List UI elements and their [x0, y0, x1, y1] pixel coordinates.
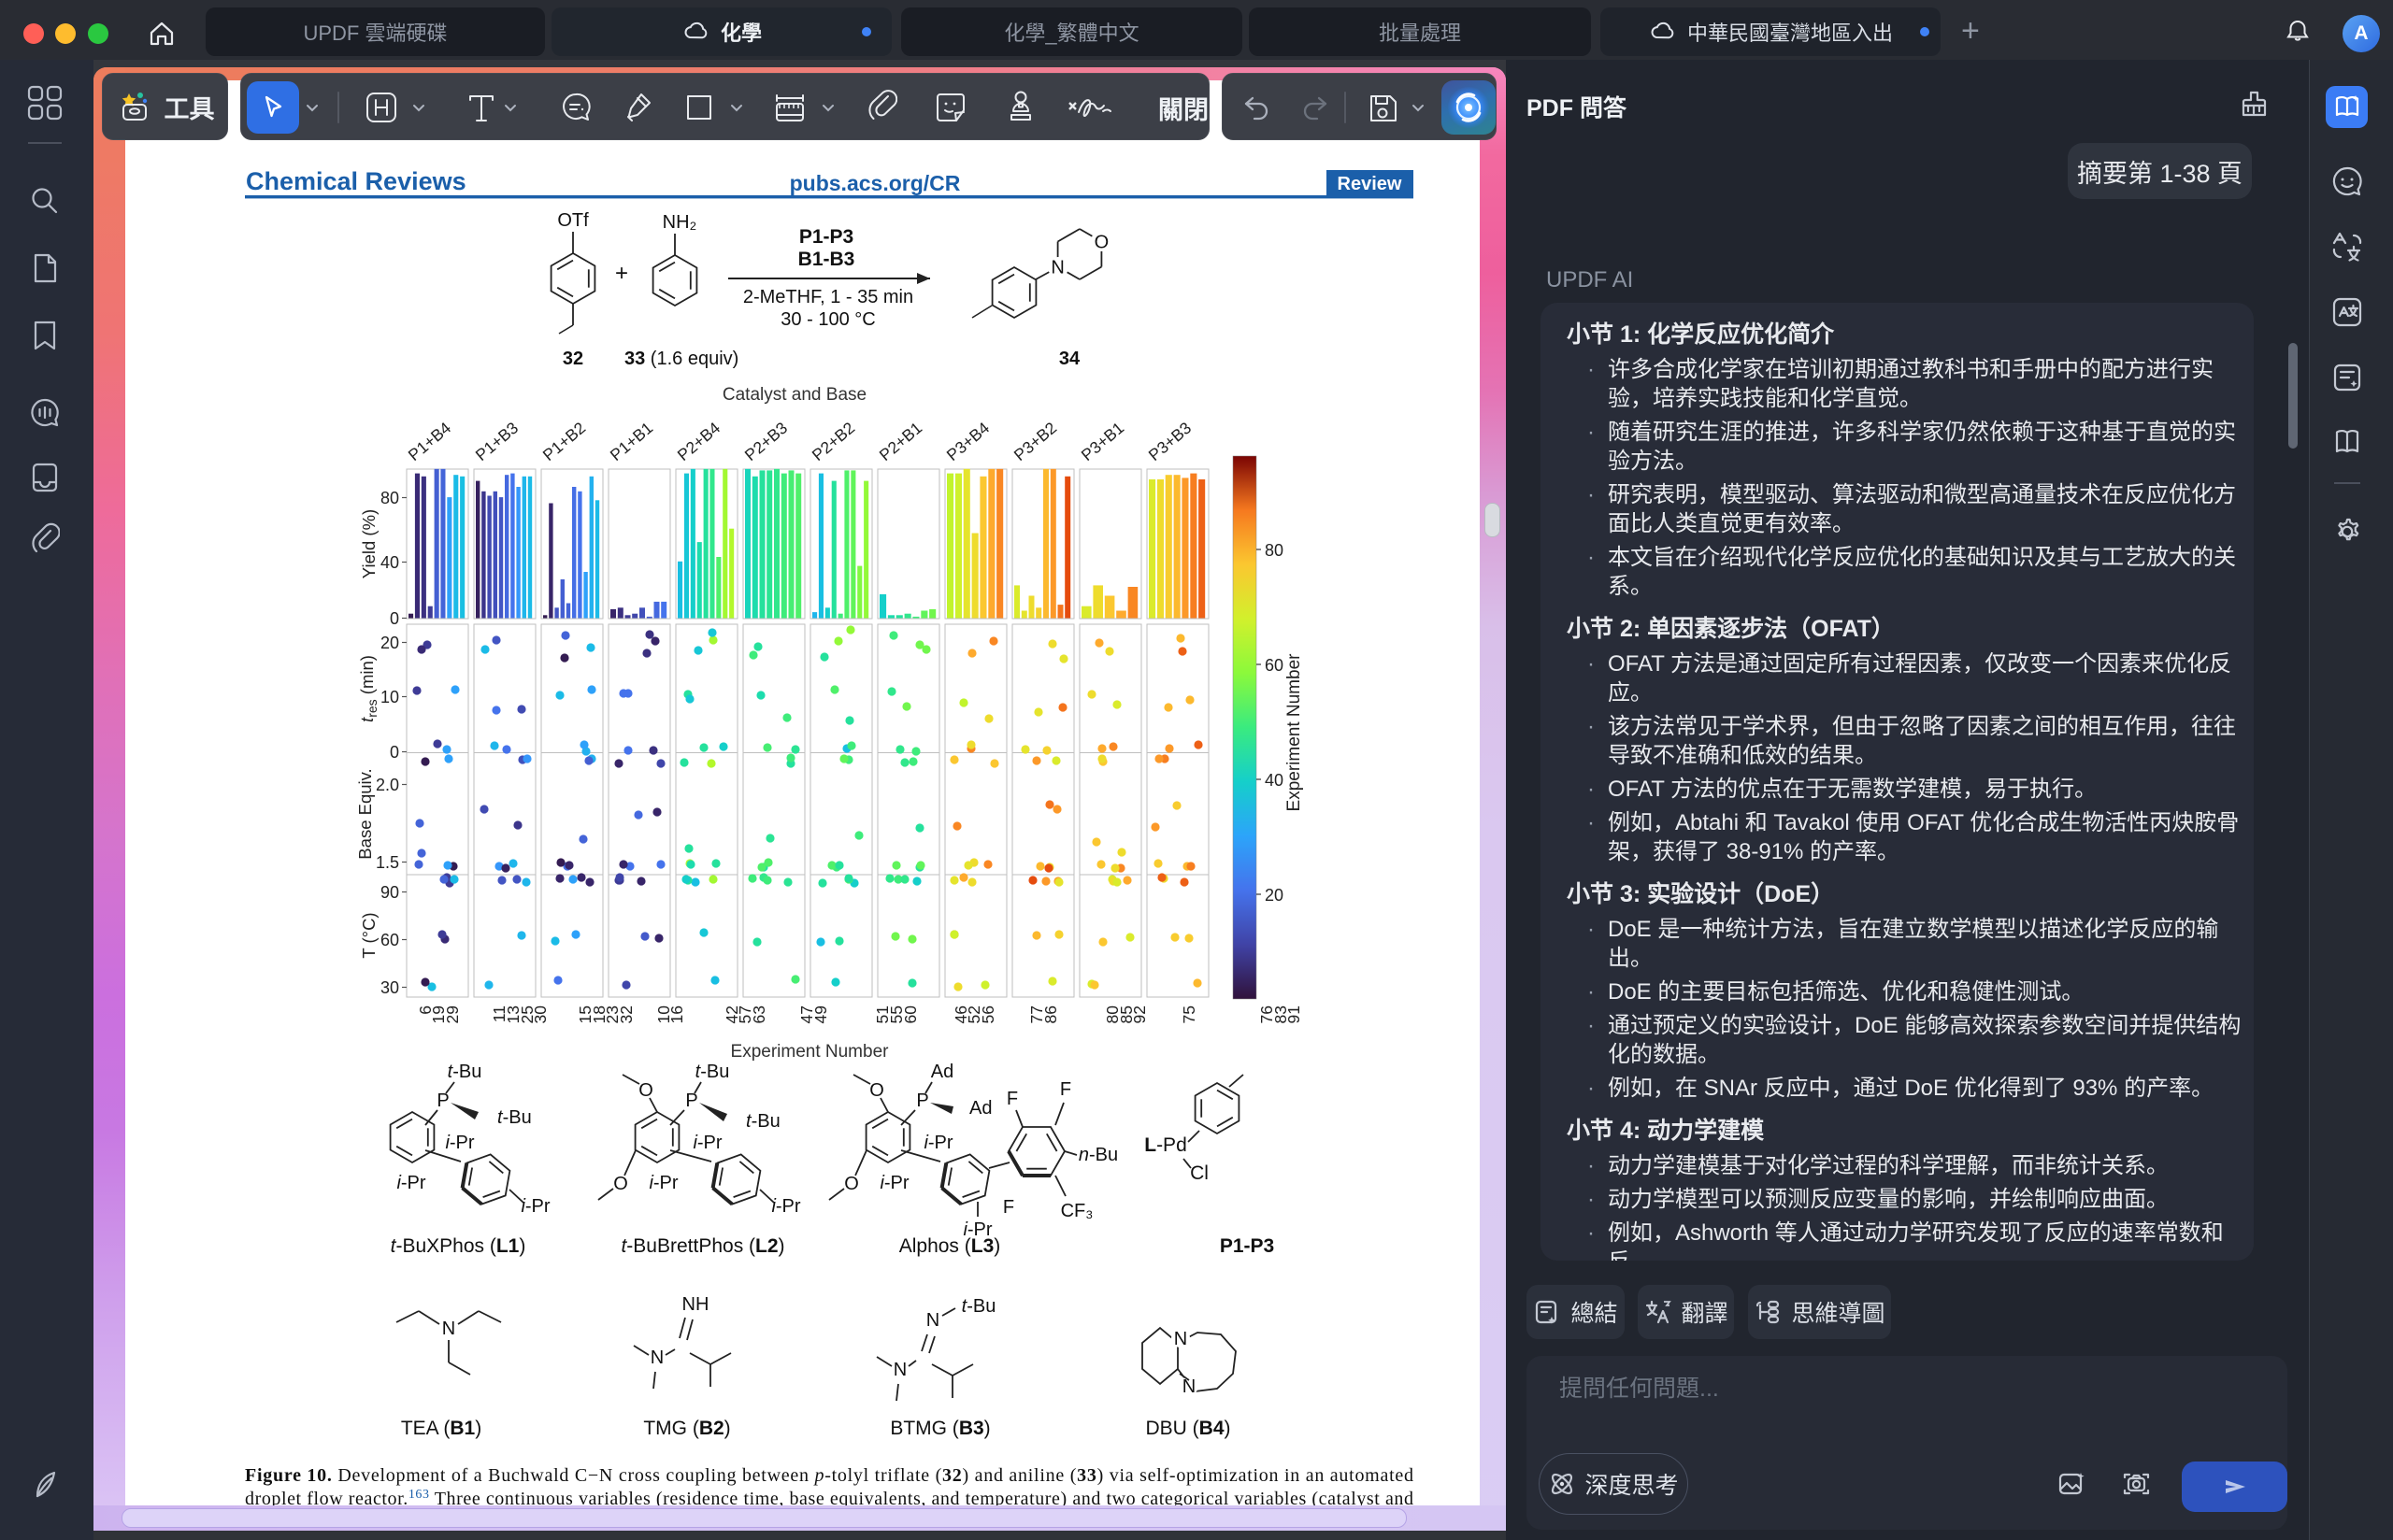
svg-text:Yield (%): Yield (%)	[359, 509, 379, 578]
svg-text:N: N	[442, 1319, 455, 1339]
svg-text:Figure 10. Development of a Bu: Figure 10. Development of a Buchwald C−N…	[245, 1465, 1413, 1486]
svg-text:n-Bu: n-Bu	[1079, 1145, 1118, 1165]
svg-text:B1-B3: B1-B3	[798, 249, 855, 270]
svg-text:Cl: Cl	[1190, 1162, 1209, 1184]
svg-text:91: 91	[1284, 1005, 1303, 1023]
svg-text:BTMG (B3): BTMG (B3)	[890, 1418, 990, 1439]
svg-text:i-Pr: i-Pr	[521, 1196, 550, 1217]
svg-text:i-Pr: i-Pr	[445, 1133, 474, 1153]
svg-text:DBU (B4): DBU (B4)	[1145, 1418, 1230, 1439]
svg-text:32: 32	[563, 349, 583, 369]
svg-text:10: 10	[380, 688, 399, 706]
svg-text:20: 20	[380, 634, 399, 652]
svg-text:86: 86	[1041, 1005, 1060, 1023]
svg-text:t-Bu: t-Bu	[746, 1111, 781, 1132]
svg-text:40: 40	[380, 553, 399, 572]
svg-text:NH: NH	[682, 1294, 709, 1315]
svg-text:P: P	[916, 1091, 928, 1111]
svg-text:92: 92	[1130, 1005, 1149, 1023]
svg-text:F: F	[1007, 1089, 1018, 1109]
svg-text:pubs.acs.org/CR: pubs.acs.org/CR	[790, 171, 961, 195]
svg-text:N: N	[1051, 258, 1064, 278]
svg-text:Experiment Number: Experiment Number	[731, 1042, 890, 1062]
svg-text:49: 49	[811, 1005, 830, 1023]
svg-text:Base Equiv.: Base Equiv.	[355, 768, 375, 859]
svg-text:30: 30	[531, 1005, 550, 1024]
svg-text:CF₃: CF₃	[1061, 1201, 1094, 1221]
svg-text:t-BuBrettPhos (L2): t-BuBrettPhos (L2)	[621, 1235, 784, 1257]
svg-text:34: 34	[1059, 349, 1081, 369]
svg-text:O: O	[844, 1174, 859, 1194]
svg-text:Ad: Ad	[969, 1098, 992, 1119]
svg-text:t-Bu: t-Bu	[695, 1062, 730, 1082]
svg-text:N: N	[926, 1310, 939, 1331]
svg-text:1.5: 1.5	[376, 853, 399, 872]
svg-text:Ad: Ad	[931, 1062, 953, 1082]
svg-text:t-Bu: t-Bu	[497, 1107, 532, 1128]
svg-text:i-Pr: i-Pr	[771, 1196, 800, 1217]
svg-text:P1-P3: P1-P3	[799, 226, 853, 248]
svg-text:+: +	[615, 261, 628, 286]
svg-text:60: 60	[380, 931, 399, 949]
svg-text:2.0: 2.0	[376, 776, 399, 794]
svg-text:P: P	[437, 1091, 449, 1111]
svg-text:F: F	[1060, 1079, 1071, 1100]
svg-text:N: N	[1174, 1329, 1187, 1349]
svg-text:Catalyst and Base: Catalyst and Base	[723, 385, 867, 405]
svg-text:Experiment Number: Experiment Number	[1284, 653, 1304, 812]
svg-text:90: 90	[380, 883, 399, 902]
svg-text:75: 75	[1180, 1005, 1198, 1023]
svg-text:O: O	[869, 1080, 884, 1101]
svg-text:0: 0	[390, 743, 399, 762]
svg-text:t-BuXPhos (L1): t-BuXPhos (L1)	[391, 1235, 526, 1257]
svg-text:P: P	[685, 1091, 697, 1111]
svg-text:30: 30	[380, 978, 399, 997]
svg-text:TEA (B1): TEA (B1)	[401, 1418, 481, 1439]
svg-text:80: 80	[380, 489, 399, 507]
svg-text:30 - 100 °C: 30 - 100 °C	[781, 309, 875, 330]
svg-text:L-Pd: L-Pd	[1144, 1134, 1187, 1156]
svg-text:O: O	[613, 1174, 628, 1194]
svg-text:t-Bu: t-Bu	[448, 1062, 482, 1082]
svg-text:16: 16	[667, 1005, 686, 1023]
svg-text:t-Bu: t-Bu	[962, 1296, 996, 1317]
svg-text:i-Pr: i-Pr	[924, 1133, 953, 1153]
svg-text:Chemical Reviews: Chemical Reviews	[246, 167, 466, 195]
svg-text:60: 60	[1265, 656, 1283, 675]
svg-text:P1-P3: P1-P3	[1220, 1235, 1274, 1257]
svg-text:i-Pr: i-Pr	[693, 1133, 722, 1153]
svg-text:i-Pr: i-Pr	[880, 1173, 909, 1193]
svg-text:NH₂: NH₂	[663, 212, 697, 233]
svg-text:Review: Review	[1338, 174, 1402, 194]
svg-text:TMG (B2): TMG (B2)	[643, 1418, 730, 1439]
svg-text:20: 20	[1265, 886, 1283, 905]
svg-text:Alphos (L3): Alphos (L3)	[899, 1235, 1001, 1257]
svg-text:40: 40	[1265, 771, 1283, 790]
svg-text:O: O	[638, 1080, 653, 1101]
svg-text:F: F	[1003, 1197, 1014, 1218]
svg-text:O: O	[1095, 233, 1110, 253]
svg-text:80: 80	[1265, 541, 1283, 560]
svg-text:2-MeTHF, 1 - 35 min: 2-MeTHF, 1 - 35 min	[743, 287, 913, 307]
svg-text:N: N	[651, 1348, 664, 1368]
svg-text:33 (1.6 equiv): 33 (1.6 equiv)	[624, 349, 738, 369]
svg-text:29: 29	[443, 1005, 462, 1023]
svg-text:i-Pr: i-Pr	[396, 1173, 425, 1193]
svg-text:N: N	[894, 1360, 907, 1380]
svg-text:60: 60	[901, 1005, 920, 1024]
svg-text:0: 0	[390, 609, 399, 628]
svg-text:T (°C): T (°C)	[359, 912, 379, 958]
svg-text:i-Pr: i-Pr	[649, 1173, 678, 1193]
svg-text:56: 56	[979, 1005, 997, 1023]
svg-text:32: 32	[617, 1005, 636, 1023]
svg-text:OTf: OTf	[557, 210, 589, 231]
svg-text:63: 63	[750, 1005, 768, 1023]
